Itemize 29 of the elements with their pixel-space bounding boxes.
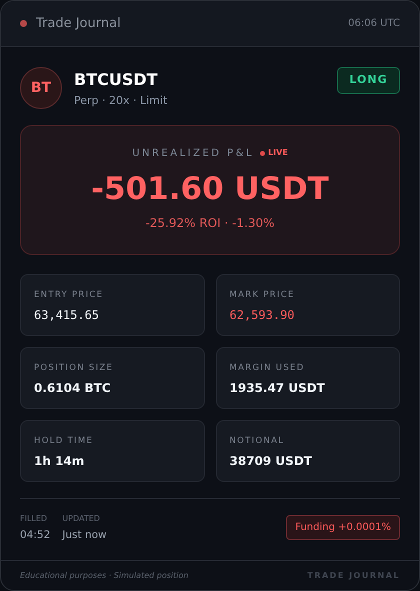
funding-badge: Funding +0.0001% [286, 515, 400, 540]
pnl-label: UNREALIZED P&L [132, 146, 254, 160]
window-title: Trade Journal [36, 14, 121, 33]
time-label: UPDATED [62, 512, 101, 524]
brand-label: TRADE JOURNAL [307, 570, 400, 582]
time-label: FILLED [20, 512, 48, 524]
stat-value: 1h 14m [34, 453, 86, 470]
contract-details: Perp · 20x · Limit [74, 93, 168, 109]
stat-value: 63,415.65 [34, 307, 100, 324]
symbol-avatar: BT [20, 67, 62, 109]
time-value: Just now [62, 528, 107, 542]
side-badge: LONG [337, 67, 400, 94]
time-value: 04:52 [20, 528, 50, 542]
stat-label: ENTRY PRICE [34, 288, 104, 302]
stat-label: MARGIN USED [230, 362, 306, 374]
stat-label: HOLD TIME [34, 434, 94, 448]
clock-time: 06:06 UTC [348, 17, 400, 31]
stat-value: 38709 USDT [230, 453, 313, 470]
pnl-value: -501.60 USDT [91, 170, 329, 208]
stat-value: 0.6104 BTC [34, 380, 112, 398]
symbol-name: BTCUSDT [74, 69, 159, 91]
live-indicator: LIVE [268, 147, 288, 159]
stat-value: 1935.47 USDT [230, 380, 326, 398]
stat-value: 62,593.90 [230, 307, 296, 324]
stat-label: POSITION SIZE [34, 362, 114, 374]
stat-label: NOTIONAL [230, 434, 286, 448]
disclaimer-note: Educational purposes · Simulated position [20, 570, 188, 582]
stat-label: MARK PRICE [230, 288, 296, 302]
pnl-change: -25.92% ROI · -1.30% [145, 214, 275, 232]
